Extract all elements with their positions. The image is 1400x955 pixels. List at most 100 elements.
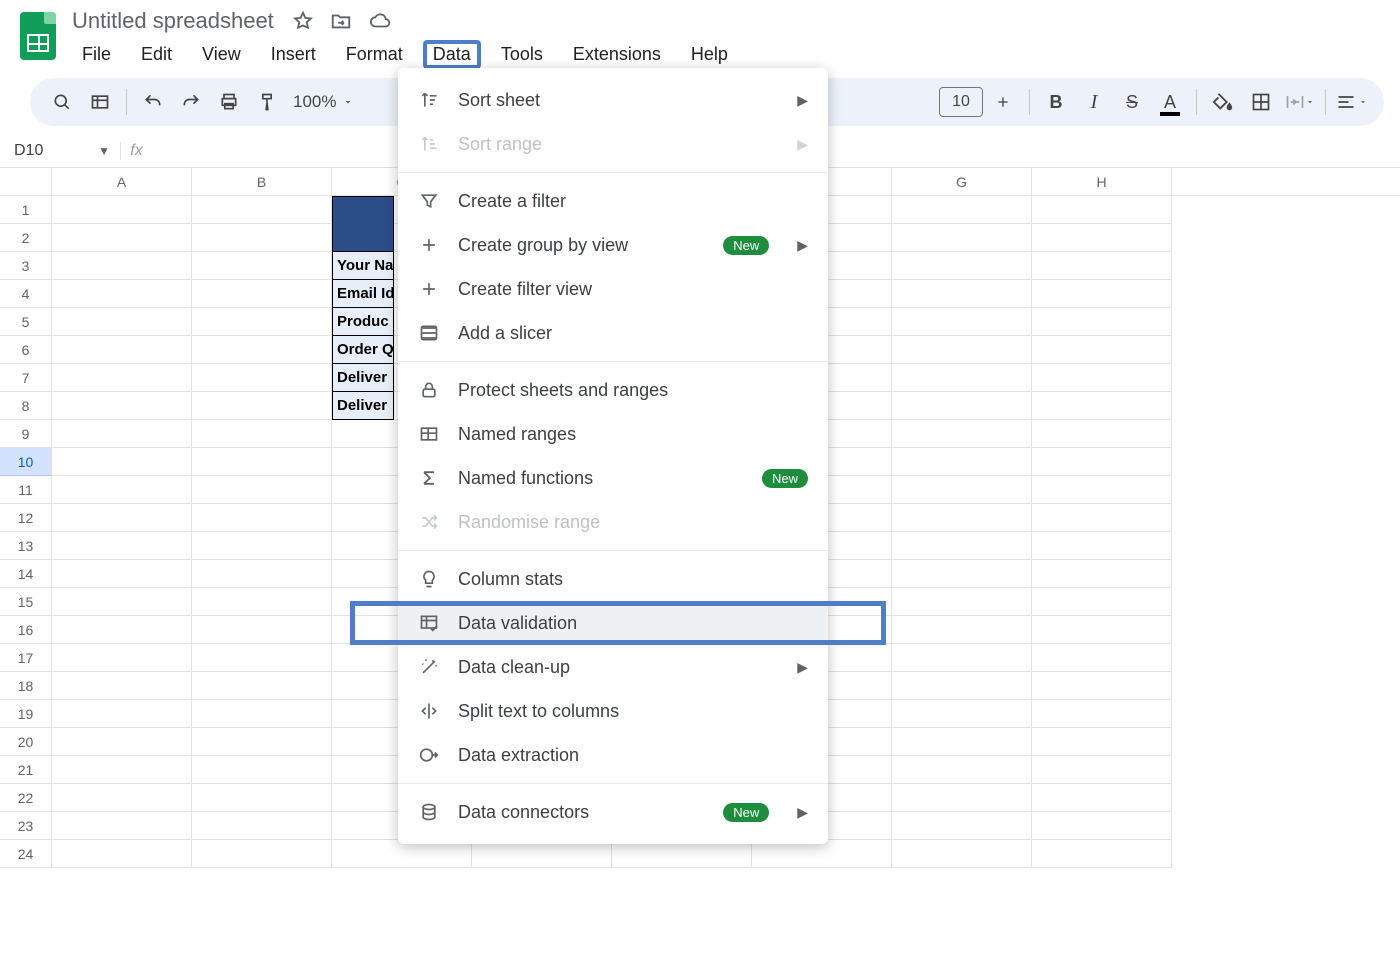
cell[interactable] bbox=[192, 224, 332, 252]
cell[interactable] bbox=[1032, 784, 1172, 812]
cell[interactable] bbox=[192, 756, 332, 784]
cell[interactable] bbox=[892, 560, 1032, 588]
cell[interactable] bbox=[1032, 560, 1172, 588]
row-header[interactable]: 1 bbox=[0, 196, 52, 224]
cell[interactable] bbox=[52, 224, 192, 252]
cell[interactable] bbox=[192, 308, 332, 336]
cell[interactable] bbox=[1032, 756, 1172, 784]
table-row[interactable]: Produc bbox=[332, 308, 394, 336]
cell[interactable] bbox=[892, 476, 1032, 504]
cell[interactable] bbox=[192, 420, 332, 448]
row-header[interactable]: 24 bbox=[0, 840, 52, 868]
cell[interactable] bbox=[892, 336, 1032, 364]
menu-item-named-functions[interactable]: Named functionsNew bbox=[398, 456, 828, 500]
cell[interactable] bbox=[52, 392, 192, 420]
cell[interactable] bbox=[192, 196, 332, 224]
cell[interactable] bbox=[1032, 840, 1172, 868]
cell[interactable] bbox=[192, 560, 332, 588]
menu-help[interactable]: Help bbox=[681, 40, 738, 69]
cell[interactable] bbox=[52, 672, 192, 700]
cell[interactable] bbox=[192, 588, 332, 616]
cell[interactable] bbox=[1032, 588, 1172, 616]
row-header[interactable]: 4 bbox=[0, 280, 52, 308]
cell[interactable] bbox=[52, 252, 192, 280]
zoom-select[interactable]: 100% bbox=[287, 92, 360, 112]
cell[interactable] bbox=[52, 756, 192, 784]
row-header[interactable]: 15 bbox=[0, 588, 52, 616]
cell[interactable] bbox=[1032, 392, 1172, 420]
row-header[interactable]: 23 bbox=[0, 812, 52, 840]
cell[interactable] bbox=[892, 672, 1032, 700]
menu-extensions[interactable]: Extensions bbox=[563, 40, 671, 69]
col-header[interactable]: A bbox=[52, 168, 192, 195]
cell[interactable] bbox=[192, 504, 332, 532]
cell[interactable] bbox=[892, 252, 1032, 280]
cell[interactable] bbox=[52, 784, 192, 812]
cell[interactable] bbox=[52, 700, 192, 728]
cell[interactable] bbox=[52, 588, 192, 616]
menu-item-create-group-by-view[interactable]: Create group by viewNew▶ bbox=[398, 223, 828, 267]
italic-button[interactable]: I bbox=[1076, 84, 1112, 120]
cell[interactable] bbox=[52, 196, 192, 224]
menu-file[interactable]: File bbox=[72, 40, 121, 69]
borders-button[interactable] bbox=[1243, 84, 1279, 120]
row-header[interactable]: 10 bbox=[0, 448, 52, 476]
menu-item-create-a-filter[interactable]: Create a filter bbox=[398, 179, 828, 223]
menu-data[interactable]: Data bbox=[423, 40, 481, 69]
row-header[interactable]: 21 bbox=[0, 756, 52, 784]
cell[interactable] bbox=[892, 420, 1032, 448]
menu-item-split-text-to-columns[interactable]: Split text to columns bbox=[398, 689, 828, 733]
cell[interactable] bbox=[1032, 700, 1172, 728]
print-button[interactable] bbox=[211, 84, 247, 120]
font-size-input[interactable]: 10 bbox=[939, 87, 983, 117]
cell[interactable] bbox=[752, 840, 892, 868]
cloud-status-icon[interactable] bbox=[368, 10, 390, 32]
table-row[interactable]: Email Id bbox=[332, 280, 394, 308]
row-header[interactable]: 13 bbox=[0, 532, 52, 560]
cell[interactable] bbox=[892, 504, 1032, 532]
cell[interactable] bbox=[192, 616, 332, 644]
cell[interactable] bbox=[52, 476, 192, 504]
cell[interactable] bbox=[52, 336, 192, 364]
cell[interactable] bbox=[892, 840, 1032, 868]
select-all-corner[interactable] bbox=[0, 168, 52, 195]
menu-item-data-clean-up[interactable]: Data clean-up▶ bbox=[398, 645, 828, 689]
row-header[interactable]: 3 bbox=[0, 252, 52, 280]
cell[interactable] bbox=[52, 560, 192, 588]
cell[interactable] bbox=[892, 448, 1032, 476]
table-row[interactable]: Deliver bbox=[332, 364, 394, 392]
menu-tools[interactable]: Tools bbox=[491, 40, 553, 69]
table-row[interactable]: Your Na bbox=[332, 252, 394, 280]
cell[interactable] bbox=[1032, 672, 1172, 700]
cell[interactable] bbox=[892, 784, 1032, 812]
menu-insert[interactable]: Insert bbox=[261, 40, 326, 69]
sheet-table-icon[interactable] bbox=[82, 84, 118, 120]
cell[interactable] bbox=[892, 644, 1032, 672]
row-header[interactable]: 14 bbox=[0, 560, 52, 588]
row-header[interactable]: 18 bbox=[0, 672, 52, 700]
cell[interactable] bbox=[892, 812, 1032, 840]
row-header[interactable]: 7 bbox=[0, 364, 52, 392]
menu-item-named-ranges[interactable]: Named ranges bbox=[398, 412, 828, 456]
cell[interactable] bbox=[192, 532, 332, 560]
cell[interactable] bbox=[892, 756, 1032, 784]
cell[interactable] bbox=[1032, 448, 1172, 476]
cell[interactable] bbox=[192, 784, 332, 812]
cell[interactable] bbox=[892, 700, 1032, 728]
row-header[interactable]: 16 bbox=[0, 616, 52, 644]
menu-view[interactable]: View bbox=[192, 40, 251, 69]
menu-edit[interactable]: Edit bbox=[131, 40, 182, 69]
menu-item-data-connectors[interactable]: Data connectorsNew▶ bbox=[398, 790, 828, 834]
cell[interactable] bbox=[52, 280, 192, 308]
cell[interactable] bbox=[1032, 224, 1172, 252]
cell[interactable] bbox=[1032, 420, 1172, 448]
cell[interactable] bbox=[1032, 532, 1172, 560]
row-header[interactable]: 12 bbox=[0, 504, 52, 532]
cell[interactable] bbox=[192, 700, 332, 728]
menu-item-add-a-slicer[interactable]: Add a slicer bbox=[398, 311, 828, 355]
cell[interactable] bbox=[1032, 616, 1172, 644]
cell[interactable] bbox=[52, 308, 192, 336]
cell[interactable] bbox=[892, 280, 1032, 308]
cell[interactable] bbox=[1032, 728, 1172, 756]
table-header-cell[interactable] bbox=[332, 196, 394, 252]
